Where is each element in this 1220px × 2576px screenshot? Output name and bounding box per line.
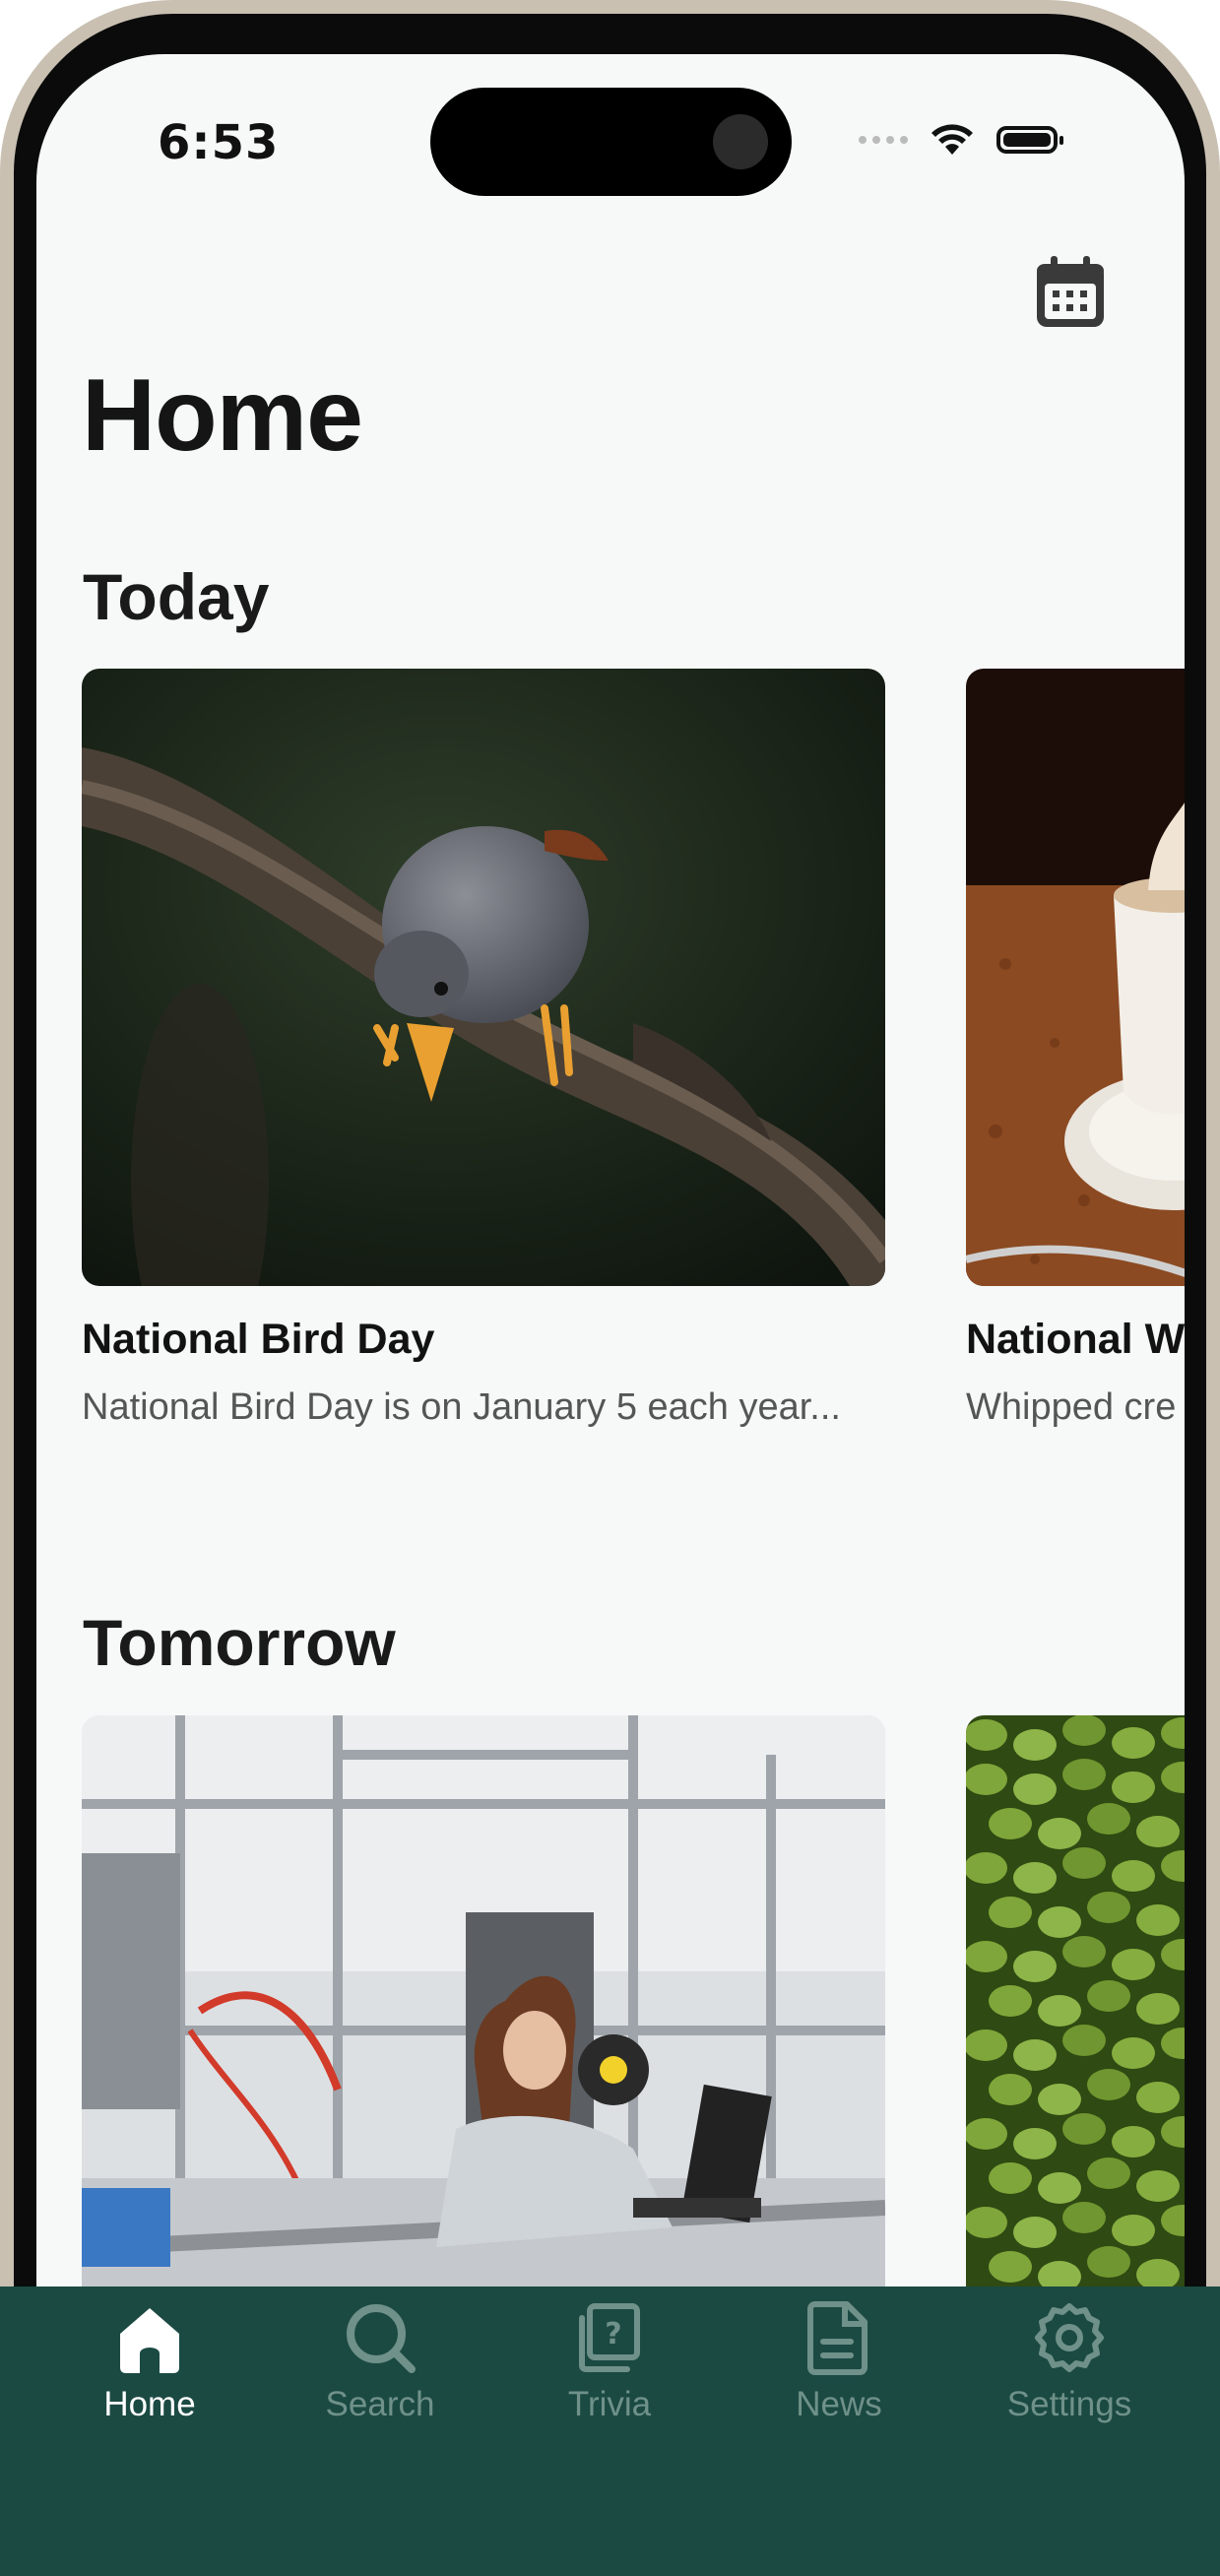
svg-text:?: ? [605, 2317, 621, 2351]
card-image-bird[interactable] [82, 669, 885, 1286]
tab-home[interactable]: Home [51, 2300, 248, 2424]
card-description: National Bird Day is on January 5 each y… [82, 1386, 841, 1428]
tab-label: Trivia [567, 2385, 652, 2423]
lab-photo [82, 1715, 885, 2306]
page-title: Home [82, 358, 363, 473]
gear-icon [1035, 2303, 1104, 2372]
tab-trivia[interactable]: ? Trivia [511, 2300, 708, 2424]
section-title-tomorrow: Tomorrow [83, 1606, 396, 1679]
search-icon [347, 2304, 416, 2373]
wifi-icon [931, 124, 973, 155]
signal-icon [859, 136, 908, 144]
tab-news[interactable]: News [740, 2300, 937, 2424]
coffee-photo [966, 669, 1185, 1286]
dynamic-island [430, 88, 792, 196]
tab-settings[interactable]: Settings [971, 2300, 1168, 2424]
card-image-lab[interactable] [82, 1715, 885, 2306]
card-image-coffee[interactable] [966, 669, 1185, 1286]
bird-photo [82, 669, 885, 1286]
card-description: Whipped cre [966, 1386, 1177, 1428]
card-title[interactable]: National W [966, 1316, 1185, 1364]
beans-photo [966, 1715, 1185, 2306]
section-title-today: Today [83, 560, 270, 633]
tab-label: News [796, 2385, 882, 2423]
tab-label: Home [103, 2385, 196, 2423]
news-icon [807, 2301, 867, 2375]
battery-icon [996, 126, 1063, 154]
status-icons [859, 120, 1063, 160]
trivia-icon: ? [579, 2303, 640, 2372]
card-image-beans[interactable] [966, 1715, 1185, 2306]
tab-search[interactable]: Search [282, 2300, 479, 2424]
tab-label: Search [325, 2385, 435, 2423]
content-area: 6:53 Home Today National Bird Day Nation… [0, 0, 1185, 2576]
calendar-icon[interactable] [1033, 254, 1108, 331]
status-time: 6:53 [158, 115, 280, 170]
home-icon [120, 2308, 179, 2373]
card-title[interactable]: National Bird Day [82, 1316, 434, 1364]
tab-label: Settings [1006, 2385, 1132, 2423]
camera-icon [713, 114, 768, 169]
